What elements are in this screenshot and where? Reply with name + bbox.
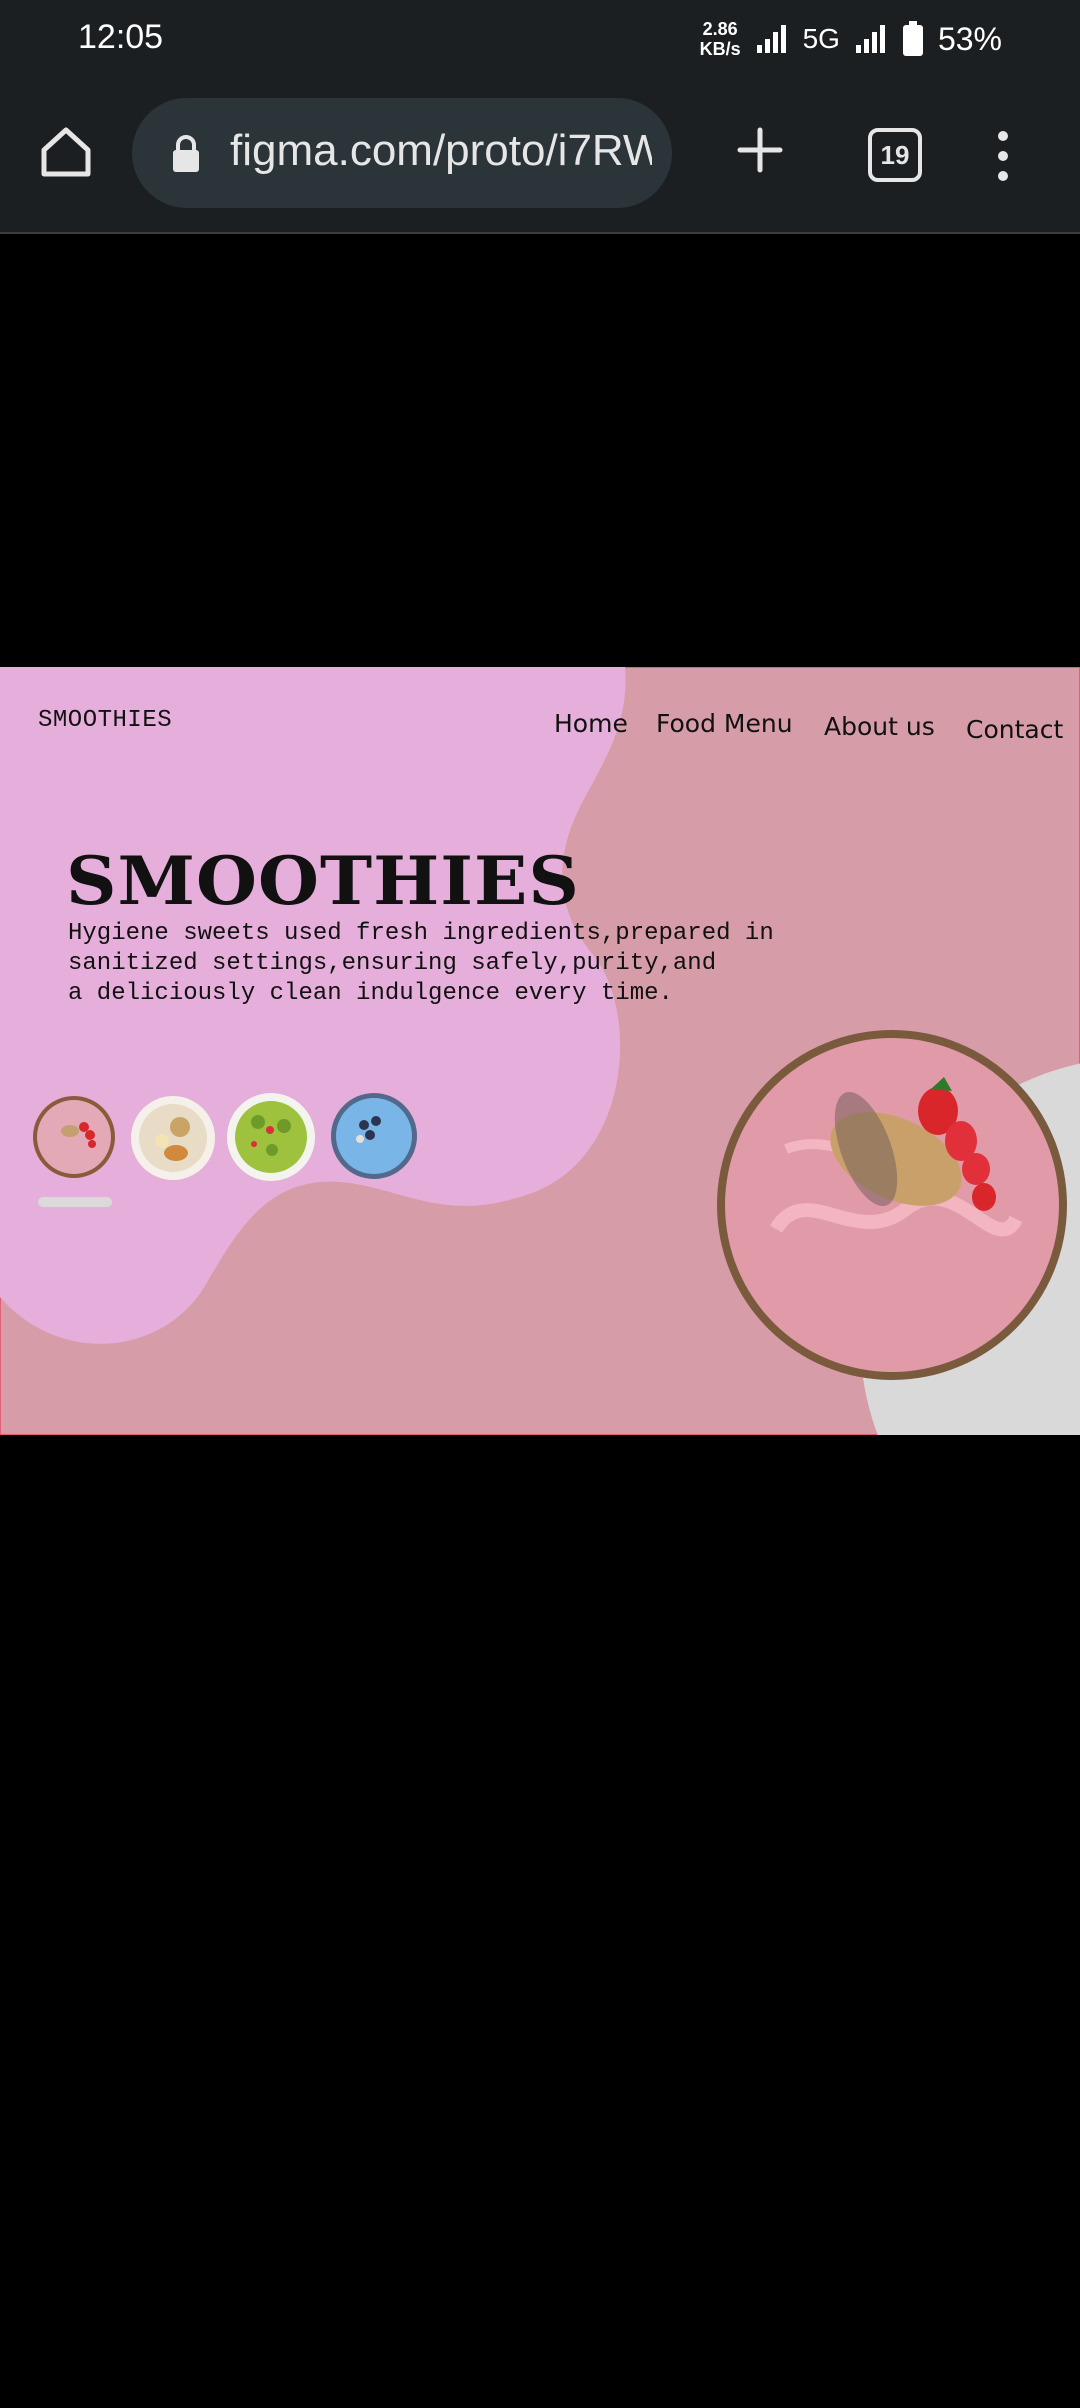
carousel-indicator[interactable] — [38, 1197, 112, 1207]
thumbnail-kiwi-green-bowl[interactable] — [226, 1092, 316, 1182]
network-type: 5G — [802, 23, 840, 54]
home-icon[interactable] — [36, 122, 96, 182]
signal-icon — [756, 25, 786, 53]
status-bar: 12:05 2.86 KB/s 5G 53% — [0, 0, 1080, 80]
tab-switcher-button[interactable]: 19 — [868, 128, 922, 182]
thumbnail-blueberry-bowl[interactable] — [330, 1091, 418, 1181]
lock-icon — [173, 135, 199, 172]
site-logo[interactable]: SMOOTHIES — [38, 707, 172, 734]
status-icons: 2.86 KB/s 5G 53% — [700, 14, 1002, 64]
new-tab-icon[interactable] — [730, 120, 790, 180]
address-bar[interactable]: figma.com/proto/i7RW — [132, 98, 672, 208]
nav-about-us[interactable]: About us — [824, 712, 935, 741]
thumbnail-strawberry-bowl[interactable] — [32, 1095, 116, 1179]
battery-percent: 53% — [937, 20, 1002, 57]
url-text[interactable]: figma.com/proto/i7RW — [230, 126, 652, 176]
hero-title: SMOOTHIES — [66, 841, 580, 920]
nav-contact[interactable]: Contact — [966, 715, 1063, 744]
prototype-frame: SMOOTHIES Home Food Menu About us Contac… — [0, 667, 1080, 1435]
nav-home[interactable]: Home — [554, 709, 628, 738]
signal-icon — [855, 25, 885, 53]
decorative-blob — [0, 667, 626, 1344]
battery-icon — [902, 21, 923, 56]
network-speed: 2.86 KB/s — [699, 19, 741, 59]
thumbnail-banana-granola-bowl[interactable] — [130, 1095, 216, 1181]
browser-toolbar: figma.com/proto/i7RW 19 — [0, 80, 1080, 234]
smoothie-bowl-image — [717, 1030, 1067, 1380]
status-time: 12:05 — [78, 18, 164, 56]
hero-description: Hygiene sweets used fresh ingredients,pr… — [68, 920, 774, 1007]
more-menu-icon[interactable] — [988, 128, 1018, 184]
nav-food-menu[interactable]: Food Menu — [656, 709, 793, 738]
